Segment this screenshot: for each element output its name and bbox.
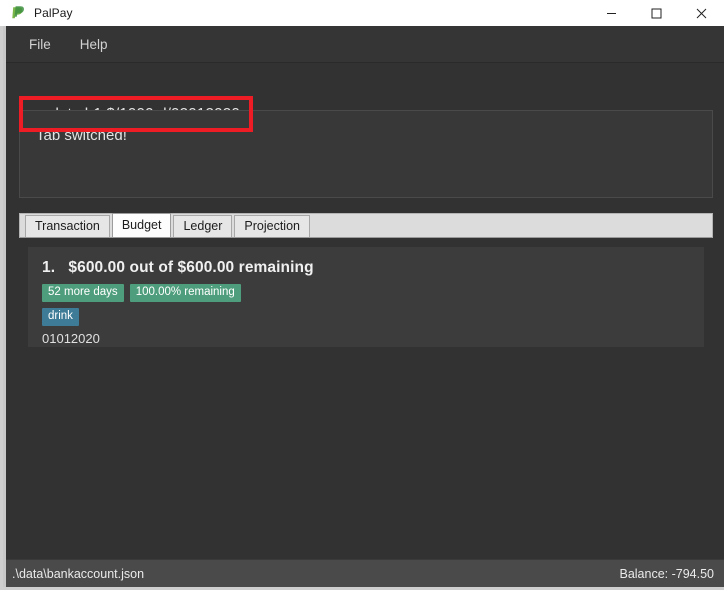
maximize-button[interactable]	[634, 0, 679, 26]
window-content: File Help Tab switched! Transaction Budg…	[6, 26, 724, 587]
badge-category-tag: drink	[42, 308, 79, 326]
tab-strip: Transaction Budget Ledger Projection	[19, 213, 713, 238]
budget-entry-index: 1.	[42, 259, 56, 276]
window-frame: File Help Tab switched! Transaction Budg…	[0, 26, 724, 590]
budget-entry-badges: 52 more days 100.00% remaining drink	[42, 284, 242, 326]
menu-item-file[interactable]: File	[19, 34, 61, 55]
tab-panel-budget: 1. $600.00 out of $600.00 remaining 52 m…	[19, 238, 713, 544]
tab-budget[interactable]: Budget	[111, 213, 172, 237]
title-bar: PalPay	[0, 0, 724, 26]
budget-entry-date: 01012020	[42, 331, 100, 346]
menu-bar: File Help	[6, 26, 724, 63]
budget-entry-title: 1. $600.00 out of $600.00 remaining	[42, 259, 704, 277]
status-bar: .\data\bankaccount.json Balance: -794.50	[6, 559, 724, 587]
window-title: PalPay	[34, 6, 73, 20]
minimize-button[interactable]	[589, 0, 634, 26]
palpay-logo-icon	[10, 5, 26, 21]
budget-entry-summary: $600.00 out of $600.00 remaining	[68, 259, 314, 276]
badge-days-remaining: 52 more days	[42, 284, 124, 302]
status-balance: Balance: -794.50	[619, 566, 714, 581]
status-file-path: .\data\bankaccount.json	[12, 566, 145, 581]
menu-item-help[interactable]: Help	[70, 34, 118, 55]
close-button[interactable]	[679, 0, 724, 26]
tab-transaction[interactable]: Transaction	[25, 215, 110, 237]
tab-projection[interactable]: Projection	[234, 215, 310, 237]
badge-percent-remaining: 100.00% remaining	[129, 284, 241, 302]
app-window: PalPay File Help update b1 $/1000 d/0201…	[0, 0, 724, 590]
window-controls	[589, 0, 724, 26]
tab-region: Transaction Budget Ledger Projection 1. …	[19, 213, 713, 544]
result-message-box: Tab switched!	[19, 110, 713, 198]
list-item[interactable]: 1. $600.00 out of $600.00 remaining 52 m…	[28, 247, 704, 347]
result-message-text: Tab switched!	[36, 127, 127, 144]
tab-ledger[interactable]: Ledger	[173, 215, 233, 237]
